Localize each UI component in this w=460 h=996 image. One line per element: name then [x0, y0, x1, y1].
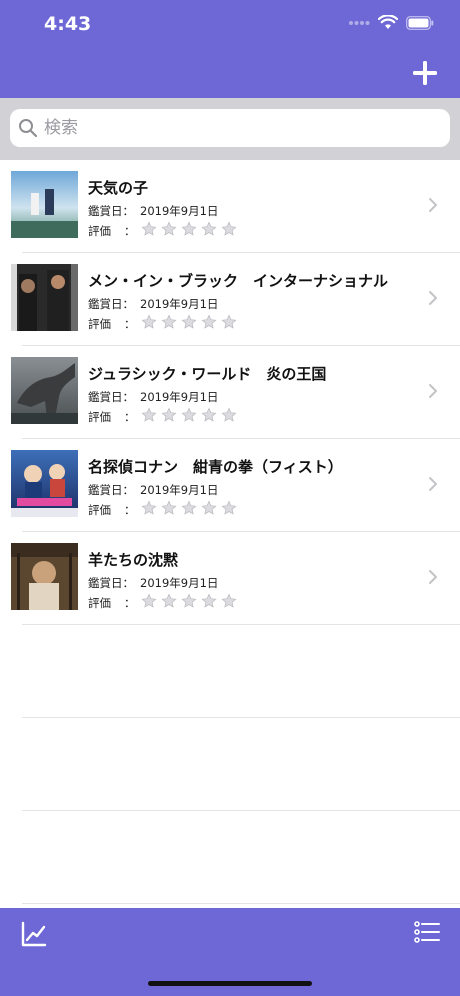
tab-bar — [0, 908, 460, 996]
movie-title: 名探偵コナン 紺青の拳（フィスト） — [88, 458, 343, 476]
movie-title: ジュラシック・ワールド 炎の王国 — [88, 365, 327, 383]
watch-date: 2019年9月1日 — [140, 483, 219, 497]
movie-list-screen: 4:43 検索 天気の子 鑑賞日： 2019年9月1日 評価 ： メン・イン・ブ… — [0, 0, 460, 996]
rating-colon: ： — [124, 317, 136, 331]
movie-title: 羊たちの沈黙 — [88, 551, 179, 569]
rating-stars — [141, 314, 237, 330]
rating-label: 評価 — [88, 503, 111, 517]
rating-stars — [141, 593, 237, 609]
star-empty-icon — [141, 407, 157, 422]
rating-stars — [141, 221, 237, 237]
rating-colon: ： — [124, 596, 136, 610]
star-empty-icon — [181, 314, 197, 329]
star-empty-icon — [221, 314, 237, 329]
star-empty-icon — [181, 593, 197, 608]
poster-thumbnail — [11, 543, 78, 610]
list-icon — [414, 921, 440, 943]
search-bar — [0, 98, 460, 160]
star-empty-icon — [201, 593, 217, 608]
poster-thumbnail — [11, 264, 78, 331]
search-icon — [19, 119, 38, 138]
star-empty-icon — [201, 500, 217, 515]
rating-stars — [141, 500, 237, 516]
poster-thumbnail — [11, 171, 78, 238]
date-label: 鑑賞日： — [88, 576, 134, 590]
star-empty-icon — [221, 593, 237, 608]
rating-stars — [141, 407, 237, 423]
cellular-icon — [349, 20, 370, 25]
chart-icon — [21, 921, 47, 947]
empty-row — [0, 625, 460, 718]
date-label: 鑑賞日： — [88, 297, 134, 311]
date-label: 鑑賞日： — [88, 204, 134, 218]
chevron-right-icon — [429, 384, 437, 398]
star-empty-icon — [201, 221, 217, 236]
add-button[interactable] — [410, 58, 440, 88]
date-label: 鑑賞日： — [88, 483, 134, 497]
star-empty-icon — [161, 500, 177, 515]
chevron-right-icon — [429, 198, 437, 212]
movie-row[interactable]: 羊たちの沈黙 鑑賞日： 2019年9月1日 評価 ： — [0, 532, 460, 625]
star-empty-icon — [161, 593, 177, 608]
rating-colon: ： — [124, 410, 136, 424]
star-empty-icon — [141, 221, 157, 236]
star-empty-icon — [161, 314, 177, 329]
empty-row — [0, 718, 460, 811]
movie-row[interactable]: ジュラシック・ワールド 炎の王国 鑑賞日： 2019年9月1日 評価 ： — [0, 346, 460, 439]
rating-label: 評価 — [88, 317, 111, 331]
plus-icon — [413, 61, 437, 85]
watch-date: 2019年9月1日 — [140, 576, 219, 590]
search-field[interactable] — [10, 109, 450, 147]
rating-colon: ： — [124, 503, 136, 517]
empty-row — [0, 811, 460, 904]
star-empty-icon — [201, 407, 217, 422]
star-empty-icon — [181, 407, 197, 422]
star-empty-icon — [181, 500, 197, 515]
star-empty-icon — [161, 221, 177, 236]
rating-colon: ： — [124, 224, 136, 238]
movie-title: 天気の子 — [88, 179, 149, 197]
header: 4:43 — [0, 0, 460, 98]
rating-label: 評価 — [88, 596, 111, 610]
star-empty-icon — [141, 314, 157, 329]
chevron-right-icon — [429, 477, 437, 491]
chart-tab-button[interactable] — [20, 920, 48, 948]
star-empty-icon — [141, 593, 157, 608]
chevron-right-icon — [429, 291, 437, 305]
star-empty-icon — [181, 221, 197, 236]
battery-icon — [406, 15, 434, 30]
home-indicator — [148, 981, 312, 986]
wifi-icon — [378, 15, 398, 29]
movie-row[interactable]: 名探偵コナン 紺青の拳（フィスト） 鑑賞日： 2019年9月1日 評価 ： — [0, 439, 460, 532]
watch-date: 2019年9月1日 — [140, 390, 219, 404]
movie-row[interactable]: メン・イン・ブラック インターナショナル 鑑賞日： 2019年9月1日 評価 ： — [0, 253, 460, 346]
date-label: 鑑賞日： — [88, 390, 134, 404]
watch-date: 2019年9月1日 — [140, 297, 219, 311]
poster-thumbnail — [11, 450, 78, 517]
watch-date: 2019年9月1日 — [140, 204, 219, 218]
status-icons — [348, 15, 434, 30]
poster-thumbnail — [11, 357, 78, 424]
star-empty-icon — [201, 314, 217, 329]
movie-title: メン・イン・ブラック インターナショナル — [88, 272, 389, 290]
star-empty-icon — [141, 500, 157, 515]
star-empty-icon — [221, 500, 237, 515]
movie-row[interactable]: 天気の子 鑑賞日： 2019年9月1日 評価 ： — [0, 160, 460, 253]
movie-list: 天気の子 鑑賞日： 2019年9月1日 評価 ： メン・イン・ブラック インター… — [0, 160, 460, 904]
star-empty-icon — [161, 407, 177, 422]
rating-label: 評価 — [88, 224, 111, 238]
star-empty-icon — [221, 407, 237, 422]
chevron-right-icon — [429, 570, 437, 584]
search-input[interactable] — [44, 118, 424, 138]
status-time: 4:43 — [44, 13, 92, 35]
rating-label: 評価 — [88, 410, 111, 424]
star-empty-icon — [221, 221, 237, 236]
list-tab-button[interactable] — [414, 920, 440, 944]
